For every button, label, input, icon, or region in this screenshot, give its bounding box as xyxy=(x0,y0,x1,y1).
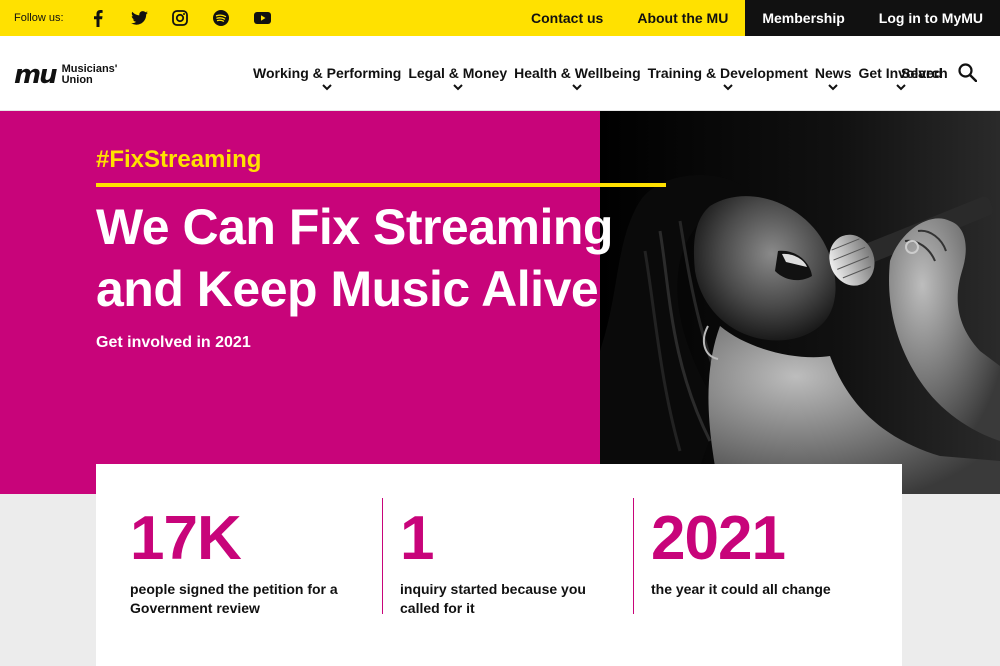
nav-item-legal-money[interactable]: Legal & Money xyxy=(408,65,508,91)
chevron-down-icon xyxy=(322,84,332,91)
stat-desc-line-1: the year it could all change xyxy=(651,581,831,597)
instagram-icon[interactable] xyxy=(160,0,201,36)
musicians-union-logo[interactable]: mu Musicians' Union xyxy=(14,62,117,88)
logo-mark: mu xyxy=(14,60,58,90)
stat-description: the year it could all change xyxy=(651,580,831,599)
stat-divider xyxy=(382,498,383,614)
hashtag-underline xyxy=(96,183,666,187)
spotify-icon[interactable] xyxy=(201,0,242,36)
stat-number: 1 xyxy=(400,504,434,573)
nav-item-health-wellbeing[interactable]: Health & Wellbeing xyxy=(514,65,641,91)
stat-desc-line-2: Government review xyxy=(130,600,260,616)
youtube-icon[interactable] xyxy=(242,0,283,36)
chevron-down-icon xyxy=(895,84,906,91)
headline-line-2: and Keep Music Alive xyxy=(96,261,599,317)
get-involved-link[interactable]: Get involved in 2021 xyxy=(96,334,251,352)
stat-petition: 17K people signed the petition for a Gov… xyxy=(130,504,338,618)
stat-year: 2021 the year it could all change xyxy=(651,504,831,599)
chevron-down-icon xyxy=(828,84,838,91)
utility-links: Contact us About the MU Membership Log i… xyxy=(514,0,1000,36)
logo-text: Musicians' Union xyxy=(62,64,118,86)
login-mymu-link[interactable]: Log in to MyMU xyxy=(861,0,1000,36)
stat-description: people signed the petition for a Governm… xyxy=(130,580,338,618)
follow-us-label: Follow us: xyxy=(14,12,64,24)
stat-desc-line-1: inquiry started because you xyxy=(400,581,586,597)
utility-bar: Follow us: Contact us About the MU Membe… xyxy=(0,0,1000,36)
search-icon[interactable] xyxy=(958,63,978,87)
facebook-icon[interactable] xyxy=(78,0,119,36)
about-mu-link[interactable]: About the MU xyxy=(620,0,745,36)
nav-item-training-development[interactable]: Training & Development xyxy=(647,65,808,91)
nav-menu: Working & Performing Legal & Money Healt… xyxy=(253,65,950,91)
stat-inquiry: 1 inquiry started because you called for… xyxy=(400,504,586,618)
stat-number: 2021 xyxy=(651,504,786,573)
stat-number: 17K xyxy=(130,504,242,573)
logo-line-2: Union xyxy=(61,74,93,86)
social-links xyxy=(78,0,283,36)
nav-item-label: Training & Development xyxy=(647,65,808,81)
stat-desc-line-2: called for it xyxy=(400,600,475,616)
nav-item-label: Working & Performing xyxy=(253,65,402,81)
headline-line-1: We Can Fix Streaming xyxy=(96,199,613,255)
main-navigation: mu Musicians' Union Working & Performing… xyxy=(0,36,1000,111)
stat-desc-line-1: people signed the petition for a xyxy=(130,581,338,597)
contact-us-link[interactable]: Contact us xyxy=(514,0,620,36)
hero-hashtag: #FixStreaming xyxy=(96,146,262,173)
nav-item-working-performing[interactable]: Working & Performing xyxy=(253,65,402,91)
twitter-icon[interactable] xyxy=(119,0,160,36)
nav-item-label: Legal & Money xyxy=(408,65,508,81)
chevron-down-icon xyxy=(723,84,733,91)
nav-item-label: News xyxy=(814,65,852,81)
stat-description: inquiry started because you called for i… xyxy=(400,580,586,618)
hero-headline: We Can Fix Streaming and Keep Music Aliv… xyxy=(96,196,613,320)
chevron-down-icon xyxy=(452,84,463,91)
nav-item-label: Health & Wellbeing xyxy=(514,65,641,81)
stat-divider xyxy=(633,498,634,614)
nav-item-news[interactable]: News xyxy=(814,65,852,91)
hero-singer-image xyxy=(600,111,1000,494)
membership-link[interactable]: Membership xyxy=(745,0,862,36)
stats-card: 17K people signed the petition for a Gov… xyxy=(96,464,902,666)
chevron-down-icon xyxy=(572,84,583,91)
search-link[interactable]: Search xyxy=(901,65,948,81)
